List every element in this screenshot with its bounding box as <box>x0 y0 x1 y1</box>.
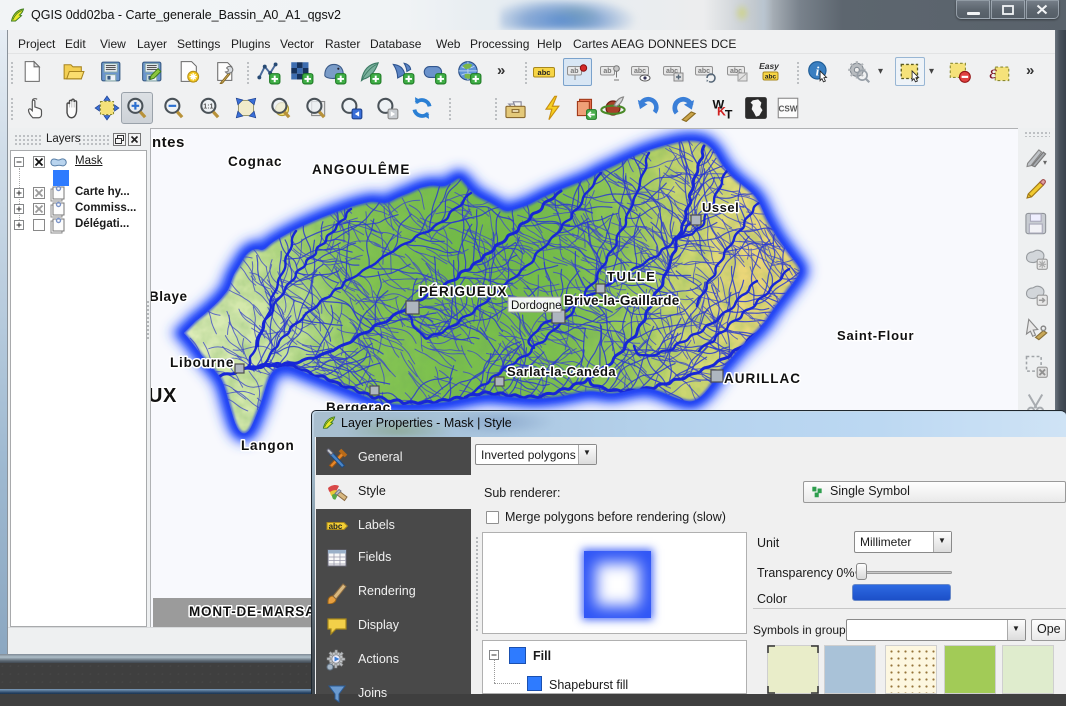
svg-text:UX: UX <box>151 385 177 407</box>
svg-text:ab: ab <box>603 68 611 75</box>
svg-text:Dordogne: Dordogne <box>511 300 562 312</box>
svg-text:abc: abc <box>634 68 646 75</box>
svg-text:TULLE: TULLE <box>607 269 656 284</box>
svg-text:Libourne: Libourne <box>170 355 234 370</box>
svg-text:MONT-DE-MARSAN: MONT-DE-MARSAN <box>189 604 326 619</box>
svg-text:Easy: Easy <box>759 61 780 71</box>
svg-text:ab: ab <box>570 68 578 75</box>
svg-text:abc: abc <box>765 74 777 81</box>
svg-text:Saint-Flour: Saint-Flour <box>837 328 914 343</box>
svg-text:ANGOULÊME: ANGOULÊME <box>312 162 411 177</box>
svg-text:Ussel: Ussel <box>702 200 739 215</box>
svg-text:ε: ε <box>989 62 997 83</box>
svg-text:1:1: 1:1 <box>203 104 213 111</box>
svg-text:AURILLAC: AURILLAC <box>724 371 801 386</box>
svg-text:T: T <box>725 108 733 122</box>
svg-text:PÉRIGUEUX: PÉRIGUEUX <box>419 284 508 299</box>
svg-text:ntes: ntes <box>152 134 185 151</box>
svg-text:Blaye: Blaye <box>151 289 188 304</box>
svg-text:i: i <box>816 63 820 78</box>
svg-text:CSW: CSW <box>779 104 798 113</box>
svg-text:Sarlat-la-Canéda: Sarlat-la-Canéda <box>507 364 616 379</box>
svg-text:abc: abc <box>329 522 343 531</box>
svg-text:abc: abc <box>538 68 551 77</box>
svg-text:Brive-la-Gaillarde: Brive-la-Gaillarde <box>564 293 680 308</box>
svg-text:Cognac: Cognac <box>228 154 282 169</box>
svg-text:Langon: Langon <box>241 438 295 453</box>
svg-text:abc: abc <box>698 68 710 75</box>
